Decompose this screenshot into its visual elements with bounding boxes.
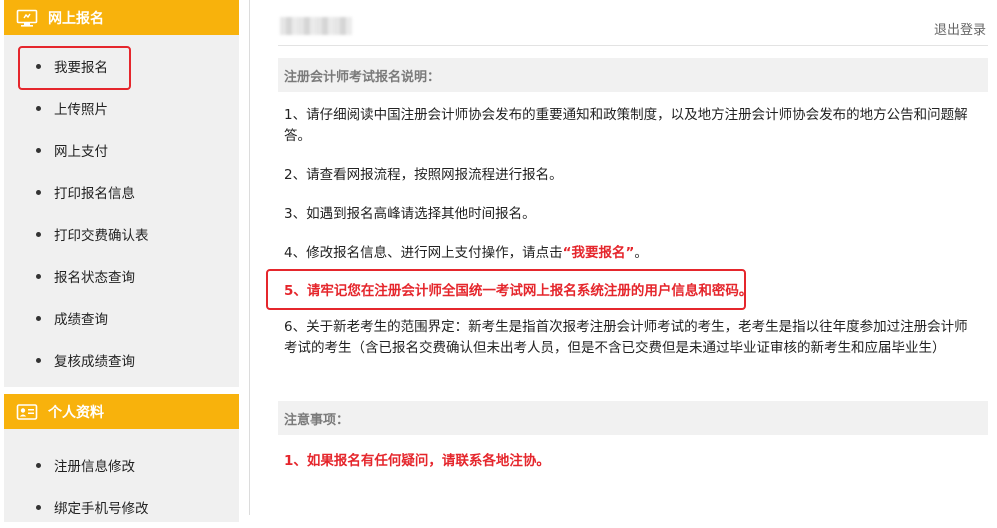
- bullet: [36, 63, 41, 69]
- menu-item-upload-photo[interactable]: 上传照片: [4, 87, 239, 129]
- username-blurred: [280, 17, 352, 35]
- instruction-item: 3、如遇到报名高峰请选择其他时间报名。: [284, 206, 536, 222]
- personal-info-menu: 注册信息修改 绑定手机号修改: [4, 429, 239, 522]
- bullet: [36, 273, 41, 279]
- bullet: [36, 462, 41, 468]
- notes-title: 注意事项：: [278, 401, 988, 435]
- monitor-icon: [16, 9, 38, 27]
- instruction-number: 5、: [284, 283, 307, 299]
- id-card-icon: [16, 403, 38, 421]
- menu-item-label: 复核成绩查询: [54, 354, 135, 370]
- menu-item-score-query[interactable]: 成绩查询: [4, 297, 239, 339]
- section-title: 网上报名: [48, 10, 104, 27]
- menu-item-review-score-query[interactable]: 复核成绩查询: [4, 339, 239, 381]
- menu-item-label: 打印交费确认表: [54, 228, 149, 244]
- menu-item-print-payment-confirm[interactable]: 打印交费确认表: [4, 213, 239, 255]
- menu-item-label: 打印报名信息: [54, 186, 135, 202]
- register-link-text: “我要报名”: [562, 245, 635, 261]
- instruction-item: 1、请仔细阅读中国注册会计师协会发布的重要通知和政策制度，以及地方注册会计师协会…: [284, 107, 968, 144]
- menu-item-print-registration[interactable]: 打印报名信息: [4, 171, 239, 213]
- bullet: [36, 105, 41, 111]
- online-registration-menu: 我要报名 上传照片 网上支付 打印报名信息 打印交费确认表 报名状态查询 成绩查…: [4, 35, 239, 387]
- content-divider: [249, 0, 250, 515]
- bullet: [36, 231, 41, 237]
- section-header-online-registration: 网上报名: [4, 0, 239, 35]
- instruction-text: 。: [634, 245, 648, 261]
- bullet: [36, 147, 41, 153]
- menu-item-edit-registration-info[interactable]: 注册信息修改: [4, 444, 239, 486]
- menu-item-label: 网上支付: [54, 144, 108, 160]
- instructions-title: 注册会计师考试报名说明：: [278, 58, 988, 92]
- top-divider: [278, 45, 988, 46]
- instruction-text: 4、修改报名信息、进行网上支付操作，请点击: [284, 245, 563, 261]
- important-text: 请牢记您在注册会计师全国统一考试网上报名系统注册的用户信息和密码。: [306, 283, 753, 299]
- menu-item-edit-bound-phone[interactable]: 绑定手机号修改: [4, 486, 239, 528]
- bullet: [36, 189, 41, 195]
- logout-link[interactable]: 退出登录: [934, 19, 986, 38]
- menu-item-label: 绑定手机号修改: [54, 501, 149, 517]
- menu-item-label: 上传照片: [54, 102, 108, 118]
- menu-item-label: 报名状态查询: [54, 270, 135, 286]
- instruction-item-important: 5、请牢记您在注册会计师全国统一考试网上报名系统注册的用户信息和密码。: [284, 281, 978, 302]
- note-item: 1、如果报名有任何疑问，请联系各地注协。: [284, 453, 550, 469]
- section-title: 个人资料: [48, 404, 104, 421]
- top-bar: 退出登录: [278, 0, 988, 50]
- bullet: [36, 315, 41, 321]
- menu-item-online-payment[interactable]: 网上支付: [4, 129, 239, 171]
- instruction-item: 2、请查看网报流程，按照网报流程进行报名。: [284, 167, 563, 183]
- menu-item-label: 成绩查询: [54, 312, 108, 328]
- bullet: [36, 357, 41, 363]
- sidebar: 网上报名 我要报名 上传照片 网上支付 打印报名信息 打印交费确认表 报名状态查…: [4, 0, 239, 522]
- menu-item-register[interactable]: 我要报名: [4, 45, 239, 87]
- instruction-item: 4、修改报名信息、进行网上支付操作，请点击“我要报名”。: [284, 243, 978, 264]
- menu-item-registration-status[interactable]: 报名状态查询: [4, 255, 239, 297]
- bullet: [36, 504, 41, 510]
- menu-item-label: 注册信息修改: [54, 459, 135, 475]
- instruction-item: 6、关于新老考生的范围界定：新考生是指首次报考注册会计师考试的考生，老考生是指以…: [284, 319, 968, 356]
- menu-item-label: 我要报名: [54, 60, 108, 76]
- main-content: 退出登录 注册会计师考试报名说明： 1、请仔细阅读中国注册会计师协会发布的重要通…: [266, 0, 988, 515]
- section-header-personal-info: 个人资料: [4, 394, 239, 429]
- instructions-list: 1、请仔细阅读中国注册会计师协会发布的重要通知和政策制度，以及地方注册会计师协会…: [278, 105, 988, 359]
